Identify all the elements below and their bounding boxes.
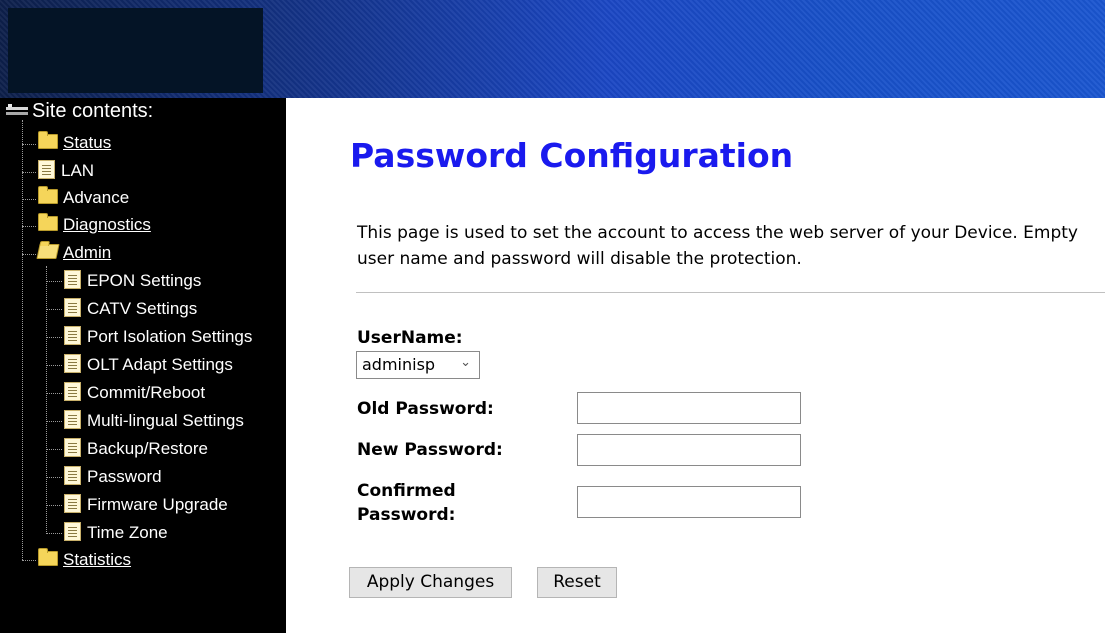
page-icon: [64, 494, 81, 513]
page-icon: [64, 354, 81, 373]
tree-line: [22, 199, 36, 200]
sidebar-item-label[interactable]: Admin: [63, 243, 111, 262]
sidebar-item-label[interactable]: Time Zone: [87, 523, 168, 542]
sidebar: Site contents: Status LAN Advance Diagno…: [0, 98, 286, 633]
tree-line: [22, 226, 36, 227]
tree-line: [46, 533, 62, 534]
username-select[interactable]: adminisp ⌄: [356, 351, 480, 379]
sidebar-item-password[interactable]: Password: [64, 466, 162, 487]
sidebar-item-label[interactable]: Backup/Restore: [87, 439, 208, 458]
tree-line: [46, 309, 62, 310]
page-icon: [64, 298, 81, 317]
site-contents-label: Site contents:: [32, 100, 154, 122]
page-icon: [64, 382, 81, 401]
sidebar-item-backup-restore[interactable]: Backup/Restore: [64, 438, 208, 459]
tree-line: [46, 393, 62, 394]
sidebar-item-catv-settings[interactable]: CATV Settings: [64, 298, 197, 319]
sidebar-item-advance[interactable]: Advance: [38, 186, 129, 208]
sidebar-item-label[interactable]: Advance: [63, 188, 129, 207]
sidebar-item-multi-lingual-settings[interactable]: Multi-lingual Settings: [64, 410, 244, 431]
header-banner: [0, 0, 1105, 98]
site-contents-root: Site contents:: [6, 100, 153, 123]
confirmed-password-field[interactable]: [577, 486, 801, 518]
tree-line: [22, 120, 23, 560]
tree-line: [46, 421, 62, 422]
tree-line: [46, 281, 62, 282]
folder-icon: [38, 186, 58, 204]
sidebar-item-label[interactable]: Statistics: [63, 550, 131, 569]
sidebar-item-port-isolation-settings[interactable]: Port Isolation Settings: [64, 326, 252, 347]
sidebar-item-lan[interactable]: LAN: [38, 160, 94, 181]
tree-line: [46, 477, 62, 478]
network-icon: [6, 104, 28, 115]
sidebar-item-diagnostics[interactable]: Diagnostics: [38, 213, 151, 235]
sidebar-item-commit-reboot[interactable]: Commit/Reboot: [64, 382, 205, 403]
sidebar-item-time-zone[interactable]: Time Zone: [64, 522, 168, 543]
sidebar-item-label[interactable]: Diagnostics: [63, 215, 151, 234]
chevron-down-icon: ⌄: [460, 355, 471, 370]
tree-line: [22, 144, 36, 145]
reset-button[interactable]: Reset: [537, 567, 617, 598]
tree-line: [46, 365, 62, 366]
tree-line: [46, 505, 62, 506]
sidebar-item-label[interactable]: Password: [87, 467, 162, 486]
folder-icon: [38, 131, 58, 149]
confirmed-password-label: Confirmed Password:: [357, 481, 456, 525]
apply-changes-button[interactable]: Apply Changes: [349, 567, 512, 598]
page-description: This page is used to set the account to …: [357, 223, 1078, 269]
sidebar-item-label[interactable]: EPON Settings: [87, 271, 201, 290]
old-password-label: Old Password:: [357, 399, 494, 419]
page-icon: [64, 326, 81, 345]
folder-icon: [38, 213, 58, 231]
sidebar-item-status[interactable]: Status: [38, 131, 111, 153]
new-password-field[interactable]: [577, 434, 801, 466]
new-password-label: New Password:: [357, 440, 503, 460]
page-title: Password Configuration: [350, 136, 794, 175]
page-icon: [64, 522, 81, 541]
sidebar-item-statistics[interactable]: Statistics: [38, 548, 131, 570]
page-icon: [64, 438, 81, 457]
sidebar-item-admin[interactable]: Admin: [36, 243, 111, 263]
sidebar-item-label[interactable]: Multi-lingual Settings: [87, 411, 244, 430]
username-label: UserName:: [357, 328, 463, 348]
sidebar-item-label[interactable]: Port Isolation Settings: [87, 327, 252, 346]
main-content: Password Configuration This page is used…: [286, 98, 1105, 633]
sidebar-item-label[interactable]: Firmware Upgrade: [87, 495, 228, 514]
page-icon: [64, 466, 81, 485]
folder-open-icon: [36, 244, 60, 259]
sidebar-item-label[interactable]: CATV Settings: [87, 299, 197, 318]
tree-line: [46, 337, 62, 338]
old-password-field[interactable]: [577, 392, 801, 424]
divider: [356, 292, 1105, 293]
username-select-value: adminisp: [362, 355, 436, 374]
sidebar-item-firmware-upgrade[interactable]: Firmware Upgrade: [64, 494, 228, 515]
tree-line: [46, 449, 62, 450]
tree-line: [22, 172, 36, 173]
sidebar-item-epon-settings[interactable]: EPON Settings: [64, 270, 201, 291]
logo-area: [8, 8, 263, 93]
sidebar-item-label[interactable]: Commit/Reboot: [87, 383, 205, 402]
tree-line: [46, 266, 47, 534]
sidebar-item-label[interactable]: OLT Adapt Settings: [87, 355, 233, 374]
sidebar-item-label[interactable]: LAN: [61, 161, 94, 180]
page-icon: [64, 270, 81, 289]
folder-icon: [38, 548, 58, 566]
tree-line: [22, 560, 36, 561]
page-icon: [38, 160, 55, 179]
page-icon: [64, 410, 81, 429]
tree-line: [22, 254, 36, 255]
sidebar-item-label[interactable]: Status: [63, 133, 111, 152]
sidebar-item-olt-adapt-settings[interactable]: OLT Adapt Settings: [64, 354, 233, 375]
